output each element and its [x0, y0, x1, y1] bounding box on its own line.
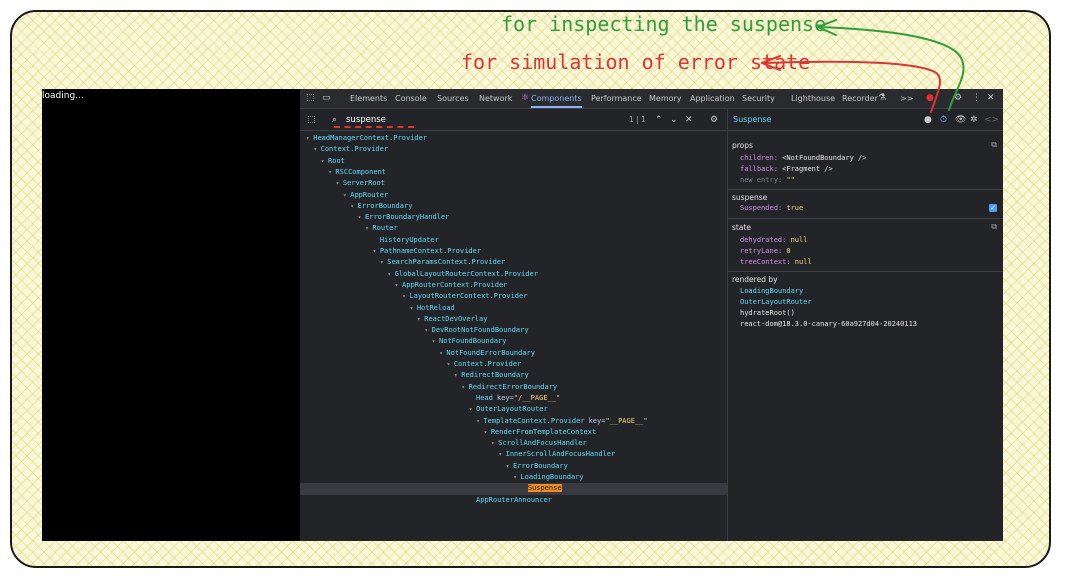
annotation-arrows	[761, 19, 965, 113]
red-arrow-line	[761, 60, 941, 113]
green-arrow-line	[817, 26, 965, 111]
